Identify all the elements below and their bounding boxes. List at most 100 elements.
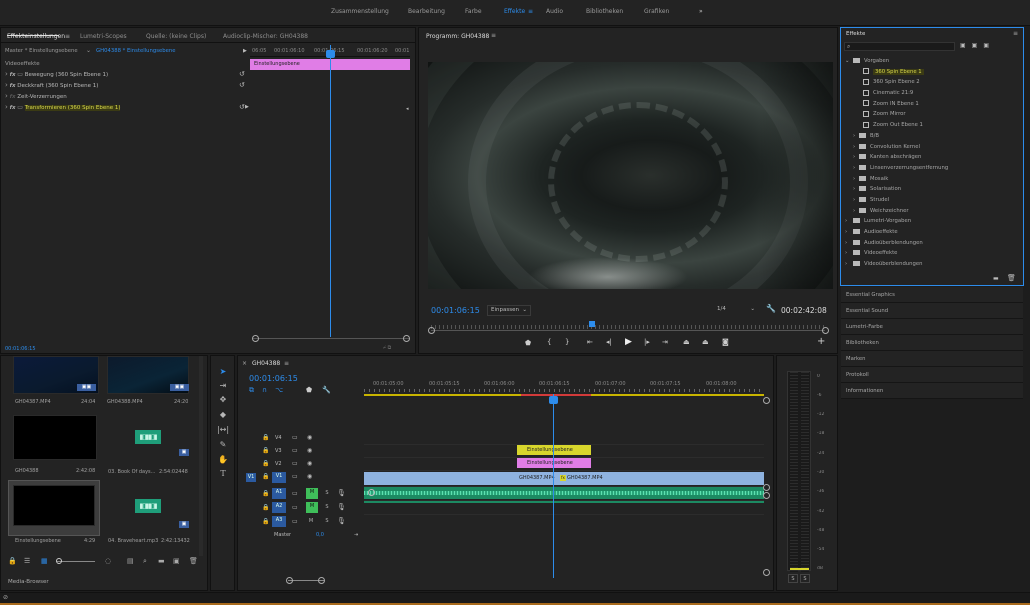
chevron-down-icon[interactable]: ⌄: [86, 47, 91, 54]
tree-item[interactable]: › Videoeffekte: [845, 248, 1021, 259]
clip-label[interactable]: GH04388 * Einstellungsebene: [96, 48, 176, 54]
new-folder-icon[interactable]: ▬: [993, 275, 999, 282]
video-frame[interactable]: [428, 62, 833, 289]
play-only-icon[interactable]: ▶: [245, 104, 249, 110]
menu-icon[interactable]: ≡: [528, 8, 533, 15]
clip-thumbnail[interactable]: [13, 415, 97, 460]
solo-button[interactable]: S: [322, 503, 332, 512]
filter-icon[interactable]: ⌿ ⧉: [383, 345, 391, 351]
find-icon[interactable]: ⌕: [143, 557, 147, 566]
workspace-tab[interactable]: Grafiken: [644, 8, 669, 15]
program-ruler[interactable]: [431, 325, 825, 329]
mute-button[interactable]: M: [306, 502, 318, 513]
track-select-icon[interactable]: ⇥: [216, 380, 230, 392]
tree-item[interactable]: › Convolution Kernel: [845, 142, 1021, 153]
scroll-handle[interactable]: [428, 327, 435, 334]
ec-timecode[interactable]: 00:01:06:15: [5, 346, 36, 352]
list-view-icon[interactable]: ☰: [24, 557, 30, 565]
tree-item[interactable]: › Mosaik: [845, 174, 1021, 185]
lift-icon[interactable]: ⏏: [683, 338, 690, 346]
panel-essential-sound[interactable]: Essential Sound: [841, 303, 1023, 319]
tree-item[interactable]: › Weichzeichner: [845, 206, 1021, 217]
selected-item[interactable]: [8, 480, 100, 536]
source-patch-v1[interactable]: V1: [246, 473, 256, 482]
add-button-icon[interactable]: +: [817, 336, 825, 347]
workspace-tab[interactable]: Farbe: [465, 8, 482, 15]
play-only-icon[interactable]: ▶: [243, 48, 247, 54]
tree-item[interactable]: › Audioeffekte: [845, 227, 1021, 238]
go-to-in-icon[interactable]: ⇤: [587, 338, 593, 346]
lock-icon[interactable]: 🔒: [262, 447, 269, 454]
tree-item[interactable]: ⌄ Vorgaben: [845, 56, 1021, 67]
sync-icon[interactable]: ▭: [292, 473, 298, 480]
menu-icon[interactable]: ≡: [65, 33, 70, 40]
add-marker-icon[interactable]: ⬟: [525, 339, 531, 347]
panel-markers[interactable]: Marken: [841, 351, 1023, 367]
timeline-timecode[interactable]: 00:01:06:15: [249, 374, 298, 383]
mic-icon[interactable]: 🎙: [337, 517, 346, 525]
eye-icon[interactable]: ◉: [307, 434, 312, 441]
lock-icon[interactable]: 🔒: [262, 473, 269, 480]
reset-icon[interactable]: ↺: [239, 70, 245, 78]
close-icon[interactable]: ×: [242, 360, 247, 367]
nav-left-icon[interactable]: ◂: [406, 106, 409, 112]
lock-icon[interactable]: 🔒: [262, 460, 269, 467]
solo-right-button[interactable]: S: [800, 574, 810, 583]
solo-button[interactable]: S: [322, 517, 332, 526]
sync-icon[interactable]: ▭: [292, 460, 298, 467]
scroll-handle[interactable]: [822, 327, 829, 334]
timeline-playhead[interactable]: [553, 394, 554, 578]
reset-icon[interactable]: ↺: [239, 81, 245, 89]
menu-icon[interactable]: ≡: [1013, 30, 1018, 37]
ec-playhead-handle[interactable]: [326, 50, 335, 58]
track-target-a2[interactable]: A2: [272, 502, 286, 513]
effect-row[interactable]: › fx Deckkraft (360 Spin Ebene 1): [5, 81, 249, 92]
master-value[interactable]: 0,0: [316, 532, 324, 538]
slip-icon[interactable]: |↔|: [216, 424, 230, 436]
scroll-handle[interactable]: [403, 335, 410, 342]
tree-item[interactable]: Zoom Out Ebene 1: [845, 120, 1021, 131]
timeline-clip-v3[interactable]: Einstellungsebene: [517, 445, 591, 455]
tab-lumetri-scopes[interactable]: Lumetri-Scopes: [80, 33, 127, 40]
tree-item[interactable]: Zoom Mirror: [845, 109, 1021, 120]
razor-icon[interactable]: ◆: [216, 409, 230, 421]
scroll-handle[interactable]: [763, 397, 770, 404]
go-to-end-icon[interactable]: ⇥: [354, 532, 358, 538]
timeline-clip-v2[interactable]: Einstellungsebene: [517, 458, 591, 468]
scroll-handle[interactable]: [318, 577, 325, 584]
wrench-icon[interactable]: 🔧: [322, 386, 331, 394]
tree-item[interactable]: Zoom IN Ebene 1: [845, 99, 1021, 110]
filter-accelerated-icon[interactable]: ▣▣▣: [960, 42, 995, 49]
ec-scrollbar[interactable]: [253, 338, 409, 339]
tab-source[interactable]: Quelle: (keine Clips): [146, 33, 206, 40]
panel-history[interactable]: Protokoll: [841, 367, 1023, 383]
timeline-toolbar[interactable]: ⧉∩⌥: [249, 386, 291, 395]
solo-button[interactable]: S: [322, 489, 332, 498]
effect-row[interactable]: › fx ▭ Bewegung (360 Spin Ebene 1): [5, 70, 249, 81]
media-browser-label[interactable]: Media-Browser: [8, 579, 49, 585]
timeline-ruler[interactable]: 00:01:05:00 00:01:05:15 00:01:06:00 00:0…: [364, 378, 764, 394]
scroll-handle[interactable]: [286, 577, 293, 584]
step-back-icon[interactable]: ◂|: [606, 338, 612, 346]
hand-icon[interactable]: ✋: [216, 454, 230, 466]
reset-icon[interactable]: ↺: [239, 103, 245, 111]
scrollbar[interactable]: [199, 356, 203, 556]
timeline-clip-v1a[interactable]: GH04387.MP4: [364, 472, 557, 485]
zoom-slider-handle[interactable]: [56, 558, 62, 564]
tree-item[interactable]: › B/B: [845, 131, 1021, 142]
sync-icon[interactable]: ▭: [292, 490, 298, 497]
mark-out-icon[interactable]: }: [565, 338, 569, 346]
ripple-edit-icon[interactable]: ✥: [216, 394, 230, 406]
lock-icon[interactable]: 🔒: [262, 490, 269, 497]
scroll-handle[interactable]: [763, 569, 770, 576]
pen-icon[interactable]: ✎: [216, 439, 230, 451]
resolution-select[interactable]: 1/4 ⌄: [714, 305, 758, 316]
more-workspaces-icon[interactable]: »: [699, 8, 703, 15]
mic-icon[interactable]: 🎙: [337, 503, 346, 511]
marker-icon[interactable]: ⬟: [306, 386, 312, 394]
extract-icon[interactable]: ⏏: [702, 338, 709, 346]
go-to-out-icon[interactable]: ⇥: [662, 338, 668, 346]
trash-icon[interactable]: 🗑: [1007, 274, 1016, 282]
lock-icon[interactable]: 🔒: [262, 434, 269, 441]
workspace-tab-active[interactable]: Effekte: [504, 8, 525, 15]
